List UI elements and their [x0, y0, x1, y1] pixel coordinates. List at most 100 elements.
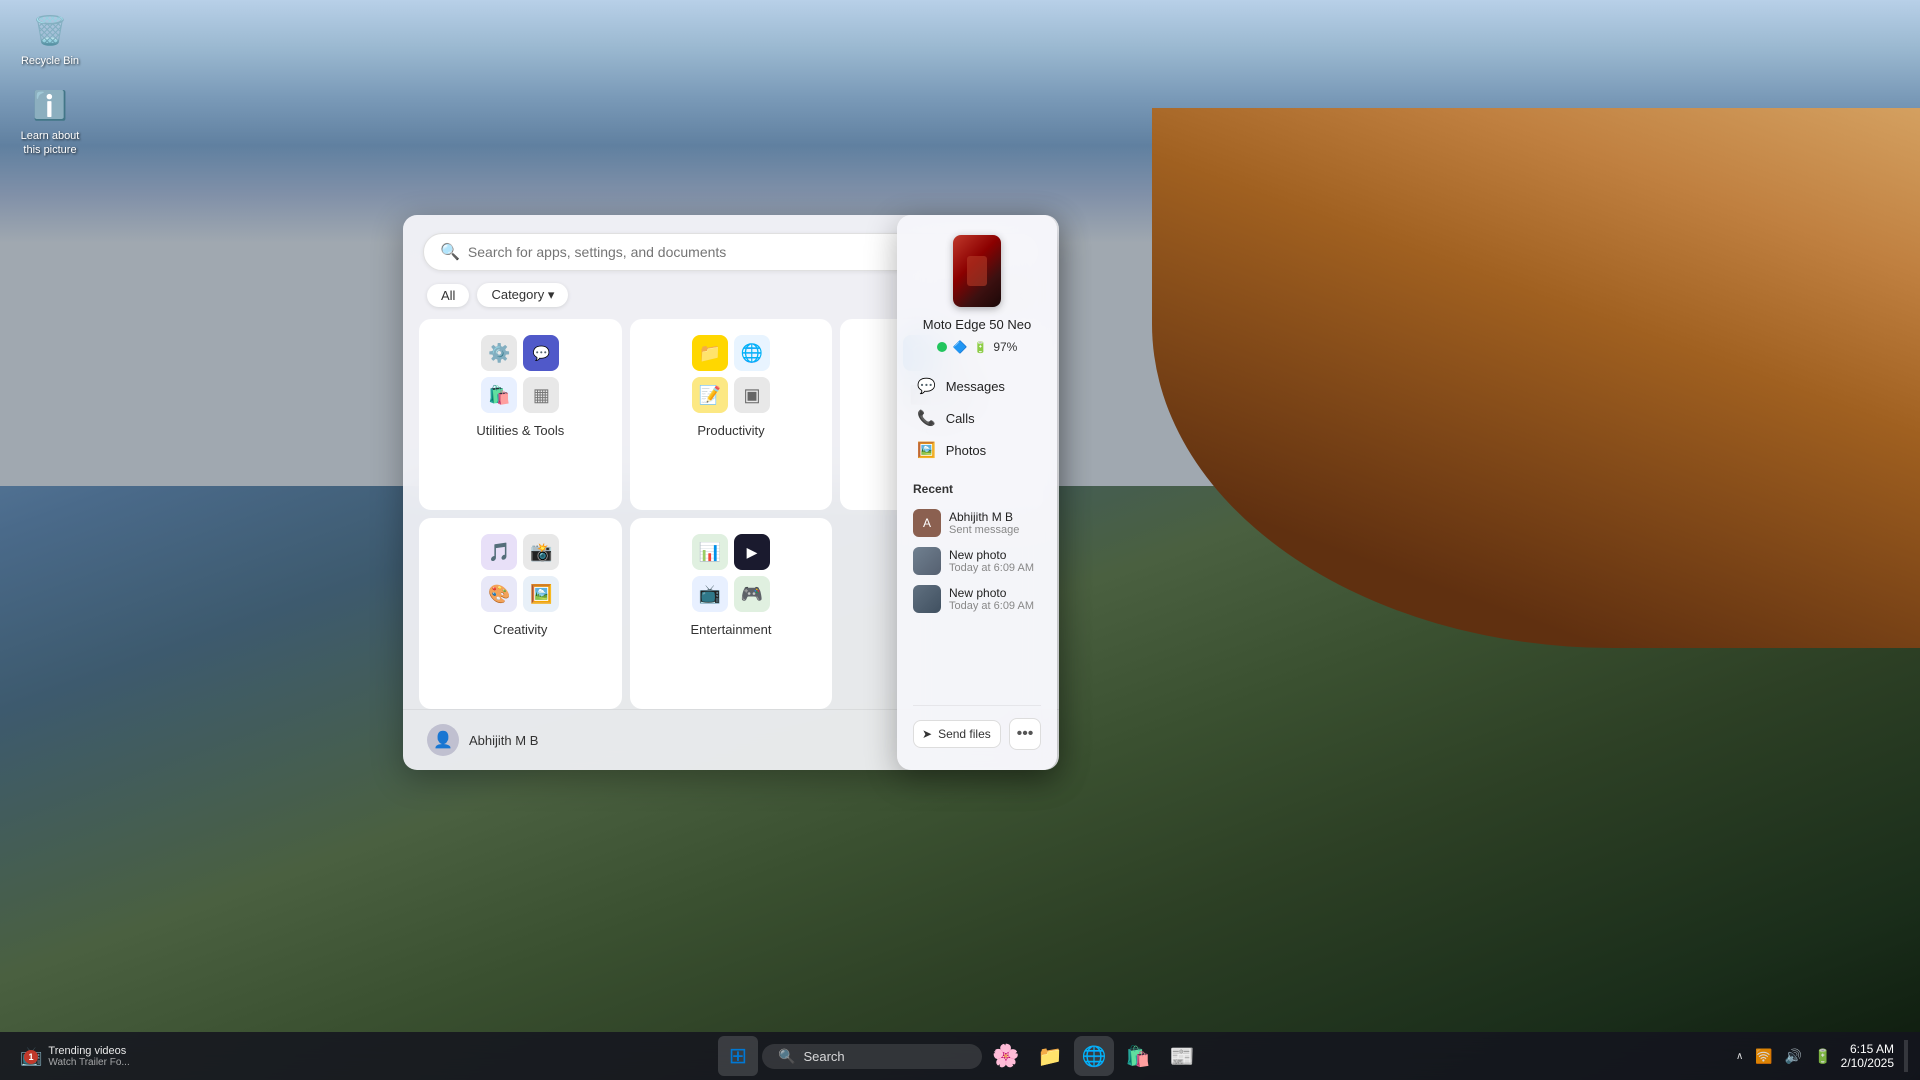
- ent-icon4: 🎮: [734, 576, 770, 612]
- taskbar-center: ⊞ 🔍 Search 🌸 📁 🌐 🛍️ 📰: [718, 1036, 1202, 1076]
- news-icon[interactable]: 📰: [1162, 1036, 1202, 1076]
- recent-avatar-photo2: [913, 585, 941, 613]
- photos-label: Photos: [946, 443, 986, 458]
- utilities-label: Utilities & Tools: [476, 423, 564, 438]
- recent-sub-photo1: Today at 6:09 AM: [949, 562, 1034, 574]
- entertainment-label: Entertainment: [691, 622, 772, 637]
- send-files-label: Send files: [938, 727, 991, 741]
- photos-action[interactable]: 🖼️ Photos: [913, 434, 1041, 466]
- filter-all-button[interactable]: All: [427, 284, 469, 307]
- recent-avatar-person: A: [913, 509, 941, 537]
- recent-item-text-photo2: New photo Today at 6:09 AM: [949, 586, 1034, 612]
- ent-icon2: ▶: [734, 534, 770, 570]
- entertainment-icons: 📊 ▶ 📺 🎮: [692, 534, 770, 612]
- recent-sub-abhijith: Sent message: [949, 524, 1019, 536]
- trending-sub: Watch Trailer Fo...: [48, 1057, 129, 1068]
- file-explorer-icon[interactable]: 📁: [1030, 1036, 1070, 1076]
- messages-action[interactable]: 💬 Messages: [913, 370, 1041, 402]
- learn-picture-label: Learn about this picture: [21, 129, 80, 158]
- desktop-icon-learn-picture[interactable]: ℹ️ Learn about this picture: [10, 85, 90, 158]
- tray-chevron[interactable]: ∧: [1733, 1049, 1746, 1064]
- ent-icon3: 📺: [692, 576, 728, 612]
- recent-item-text: Abhijith M B Sent message: [949, 510, 1019, 536]
- creativity-icons: 🎵 📸 🎨 🖼️: [481, 534, 559, 612]
- taskbar: 📺 1 Trending videos Watch Trailer Fo... …: [0, 1032, 1920, 1080]
- desktop-icon-recycle-bin[interactable]: 🗑️ Recycle Bin: [10, 10, 90, 68]
- taskbar-search[interactable]: 🔍 Search: [762, 1044, 982, 1069]
- recent-avatar-photo1: [913, 547, 941, 575]
- recent-item-photo1[interactable]: New photo Today at 6:09 AM: [913, 542, 1041, 580]
- bluetooth-icon: 🔷: [953, 340, 968, 354]
- taskbar-search-icon: 🔍: [778, 1048, 795, 1065]
- recent-title-photo1: New photo: [949, 548, 1034, 562]
- creativity-icon2: 📸: [523, 534, 559, 570]
- recycle-bin-label: Recycle Bin: [21, 54, 79, 68]
- system-tray: ∧ 🛜 🔊 🔋: [1733, 1046, 1835, 1067]
- teams-icon: 💬: [523, 335, 559, 371]
- creativity-icon3: 🎨: [481, 576, 517, 612]
- store-icon: 🛍️: [481, 377, 517, 413]
- category-productivity[interactable]: 📁 🌐 📝 ▣ Productivity: [630, 319, 833, 510]
- category-creativity[interactable]: 🎵 📸 🎨 🖼️ Creativity: [419, 518, 622, 709]
- taskbar-right: ∧ 🛜 🔊 🔋 6:15 AM 2/10/2025: [1721, 1040, 1920, 1072]
- utilities-icons: ⚙️ 💬 🛍️ ▦: [481, 335, 559, 413]
- recent-section: Recent A Abhijith M B Sent message New p…: [913, 482, 1041, 618]
- microsoft-store-icon[interactable]: 🛍️: [1118, 1036, 1158, 1076]
- connection-status-dot: [937, 342, 947, 352]
- calls-action[interactable]: 📞 Calls: [913, 402, 1041, 434]
- battery-icon: 🔋: [974, 341, 988, 354]
- sticky-icon: 📝: [692, 377, 728, 413]
- calls-label: Calls: [946, 411, 975, 426]
- phone-panel: Moto Edge 50 Neo 🔷 🔋 97% 💬 Messages 📞 Ca…: [897, 215, 1057, 770]
- creativity-icon1: 🎵: [481, 534, 517, 570]
- folder-icon: 📁: [692, 335, 728, 371]
- phone-status-row: 🔷 🔋 97%: [913, 340, 1041, 354]
- trending-notification[interactable]: 📺 1 Trending videos Watch Trailer Fo...: [12, 1043, 138, 1070]
- volume-icon[interactable]: 🔊: [1782, 1046, 1805, 1067]
- start-button[interactable]: ⊞: [718, 1036, 758, 1076]
- user-avatar: 👤: [427, 724, 459, 756]
- creativity-icon4: 🖼️: [523, 576, 559, 612]
- recent-title-abhijith: Abhijith M B: [949, 510, 1019, 524]
- taskbar-search-label: Search: [803, 1049, 844, 1064]
- category-utilities[interactable]: ⚙️ 💬 🛍️ ▦ Utilities & Tools: [419, 319, 622, 510]
- network-icon[interactable]: 🛜: [1752, 1046, 1775, 1067]
- phone-bottom-actions: ➤ Send files •••: [913, 705, 1041, 750]
- recent-title-photo2: New photo: [949, 586, 1034, 600]
- messages-label: Messages: [946, 379, 1005, 394]
- category-entertainment[interactable]: 📊 ▶ 📺 🎮 Entertainment: [630, 518, 833, 709]
- send-files-icon: ➤: [922, 727, 932, 741]
- show-desktop-button[interactable]: [1904, 1040, 1908, 1072]
- edge-icon: 🌐: [734, 335, 770, 371]
- clock-time: 6:15 AM: [1841, 1042, 1894, 1056]
- recent-item-text-photo1: New photo Today at 6:09 AM: [949, 548, 1034, 574]
- recycle-bin-icon: 🗑️: [30, 10, 70, 50]
- phone-device-name: Moto Edge 50 Neo: [913, 317, 1041, 332]
- phone-image: [953, 235, 1001, 307]
- clock-date: 2/10/2025: [1841, 1056, 1894, 1070]
- system-clock[interactable]: 6:15 AM 2/10/2025: [1841, 1042, 1894, 1070]
- battery-percentage: 97%: [993, 340, 1017, 354]
- recent-label: Recent: [913, 482, 1041, 496]
- filter-category-button[interactable]: Category ▾: [477, 283, 568, 307]
- marigold-icon[interactable]: 🌸: [986, 1036, 1026, 1076]
- recent-item-photo2[interactable]: New photo Today at 6:09 AM: [913, 580, 1041, 618]
- taskbar-left: 📺 1 Trending videos Watch Trailer Fo...: [0, 1043, 150, 1070]
- apps-icon: ▦: [523, 377, 559, 413]
- battery-tray-icon[interactable]: 🔋: [1811, 1046, 1834, 1067]
- phone-image-container: [913, 235, 1041, 307]
- recent-item-abhijith[interactable]: A Abhijith M B Sent message: [913, 504, 1041, 542]
- messages-icon: 💬: [917, 377, 936, 395]
- photos-icon: 🖼️: [917, 441, 936, 459]
- user-name-label: Abhijith M B: [469, 733, 538, 748]
- productivity-label: Productivity: [697, 423, 764, 438]
- creativity-label: Creativity: [493, 622, 547, 637]
- search-icon: 🔍: [440, 242, 460, 262]
- settings-icon: ⚙️: [481, 335, 517, 371]
- productivity-icons: 📁 🌐 📝 ▣: [692, 335, 770, 413]
- ent-icon1: 📊: [692, 534, 728, 570]
- edge-browser-icon[interactable]: 🌐: [1074, 1036, 1114, 1076]
- recent-sub-photo2: Today at 6:09 AM: [949, 600, 1034, 612]
- send-files-button[interactable]: ➤ Send files: [913, 720, 1001, 748]
- more-options-button[interactable]: •••: [1009, 718, 1041, 750]
